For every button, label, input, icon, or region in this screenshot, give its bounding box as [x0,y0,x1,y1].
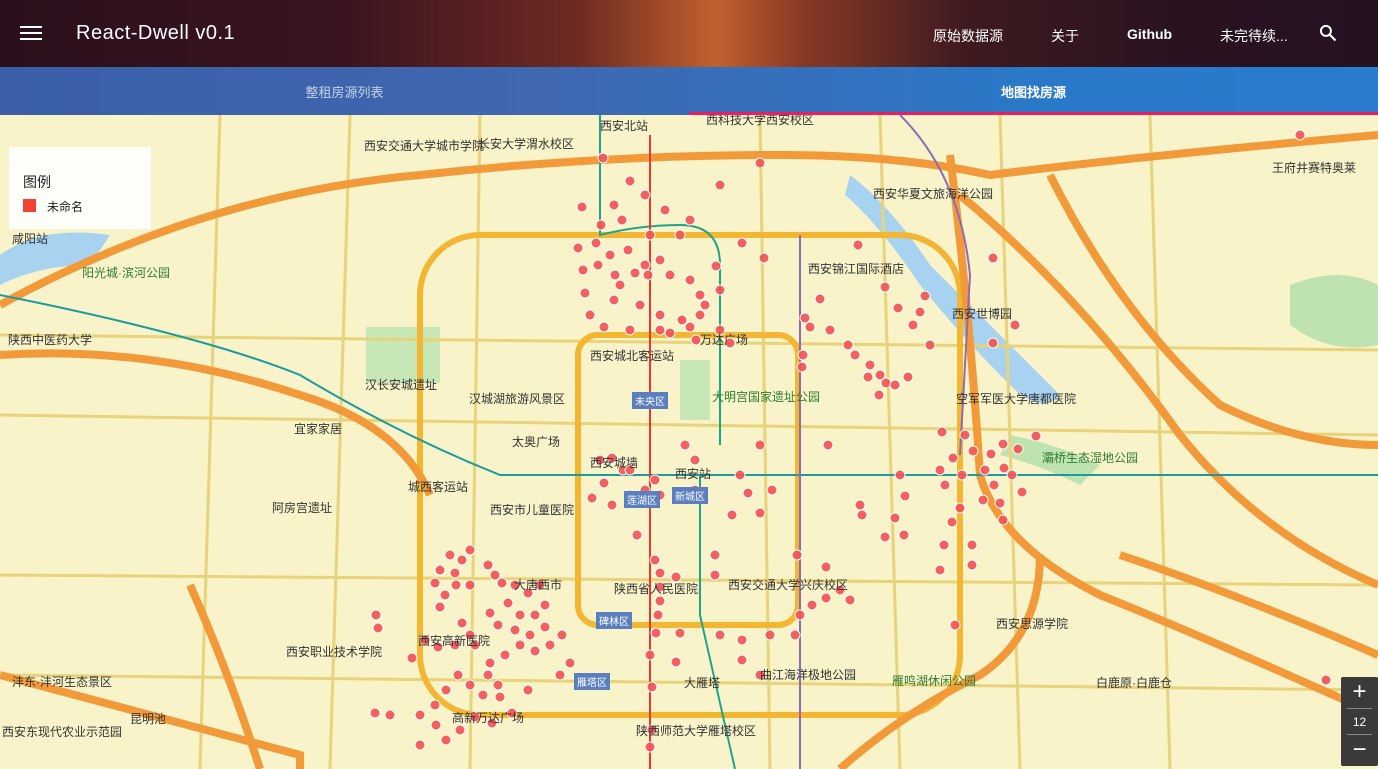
map-label: 西安北站 [600,119,649,133]
map-label: 西安市儿童医院 [490,503,575,517]
map-label: 太奥广场 [512,435,561,449]
app-bar: React-Dwell v0.1 原始数据源 关于 Github 未完待续... [0,0,1378,67]
map-label: 大雁塔 [684,676,721,690]
tab-indicator [689,112,1378,115]
tab-map-search[interactable]: 地图找房源 [689,67,1378,115]
map-label: 西安高新医院 [418,634,491,648]
search-icon[interactable] [1318,23,1338,43]
district-label: 未央区 [632,392,668,409]
district-label: 莲湖区 [624,491,660,508]
map-label: 大唐西市 [514,578,563,592]
map-label: 曲江海洋极地公园 [760,668,857,682]
map-label: 长安大学渭水校区 [478,137,575,151]
nav-about[interactable]: 关于 [1051,26,1079,46]
map-legend: 图例 未命名 [9,147,151,229]
nav-todo[interactable]: 未完待续... [1220,26,1288,46]
map-label: 阳光城·滨河公园 [82,266,170,280]
map-label: 西安世博园 [952,307,1013,321]
map-label: 西安交通大学兴庆校区 [728,578,849,592]
zoom-control: + 12 − [1341,677,1378,766]
district-label: 新城区 [672,487,708,504]
map-label: 高新万达广场 [452,711,525,725]
map-label: 陕西师范大学雁塔校区 [636,724,757,738]
map-label: 白鹿原·白鹿仓 [1096,676,1172,690]
map-label: 陕西省人民医院 [614,582,699,596]
map-label: 咸阳站 [12,232,49,246]
divider [1347,708,1372,709]
map-label: 西科技大学西安校区 [706,115,815,127]
map-label: 陕西中医药大学 [8,333,93,347]
map-label: 西安东现代农业示范园 [2,725,123,739]
map-label: 西安锦江国际酒店 [808,262,905,276]
legend-series-label[interactable]: 未命名 [47,198,83,215]
district-label: 碑林区 [596,612,632,629]
map-label: 西安华夏文旅海洋公园 [873,187,994,201]
district-label: 雁塔区 [574,673,610,690]
map-label: 西安城墙 [590,456,639,470]
map-canvas[interactable]: 西安北站 西科技大学西安校区 西安交通大学城市学院 长安大学渭水校区 西安华夏文… [0,115,1378,769]
map-label: 空军军医大学唐都医院 [956,392,1077,406]
map-label: 宜家家居 [294,422,343,436]
map-label: 西安职业技术学院 [286,645,383,659]
map-label: 灞桥生态湿地公园 [1042,451,1139,465]
map-roads [0,115,1378,769]
tab-rental-list[interactable]: 整租房源列表 [0,67,689,115]
map-label: 汉城湖旅游风景区 [469,392,566,406]
map-label: 雁鸣湖休闲公园 [892,674,977,688]
zoom-in-button[interactable]: + [1341,677,1378,707]
map-label: 阿房宫遗址 [272,501,333,515]
map-label: 大明宫国家遗址公园 [712,390,821,404]
map-label: 王府井赛特奥莱 [1272,161,1357,175]
map-label: 西安站 [675,467,712,481]
menu-icon[interactable] [20,22,42,44]
zoom-out-button[interactable]: − [1341,735,1378,765]
nav-data-source[interactable]: 原始数据源 [933,26,1003,46]
nav-github[interactable]: Github [1127,26,1172,42]
map-label: 汉长安城遗址 [365,378,438,392]
tab-bar: 整租房源列表 地图找房源 [0,67,1378,115]
map-label: 昆明池 [130,712,167,726]
app-title: React-Dwell v0.1 [76,22,236,44]
map-label: 西安思源学院 [996,617,1069,631]
legend-title: 图例 [23,174,51,190]
map-label: 沣东·沣河生态景区 [12,675,112,689]
map-label: 城西客运站 [408,480,469,494]
map-label: 西安交通大学城市学院 [364,139,485,153]
legend-swatch[interactable] [23,199,36,212]
map-label: 万达广场 [700,333,749,347]
map-label: 西安城北客运站 [590,349,675,363]
zoom-level: 12 [1352,715,1367,729]
